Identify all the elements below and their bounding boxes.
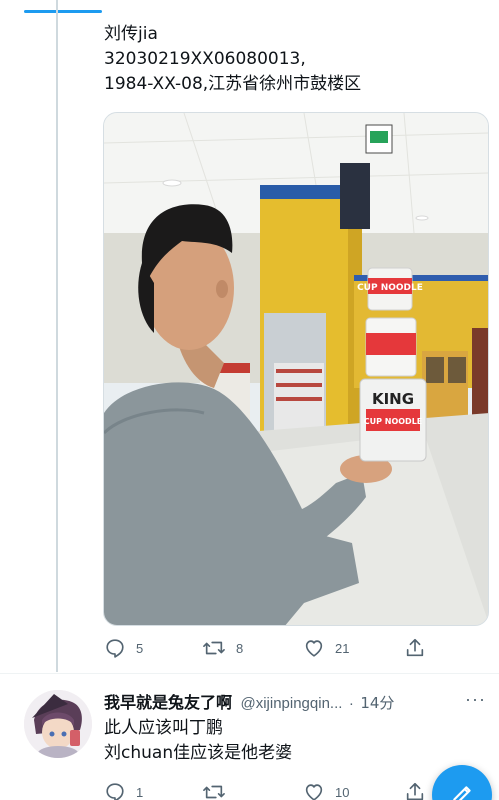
thread-connector-line — [56, 0, 58, 672]
like-count: 21 — [335, 640, 350, 656]
cup-bottom-label: CUP NOODLE — [364, 417, 423, 426]
avatar[interactable] — [24, 690, 92, 758]
separator-dot: · — [348, 695, 354, 712]
photo-illustration: CUP NOODLE KING CUP NOODLE — [104, 113, 488, 625]
reply-like-count: 10 — [335, 784, 350, 800]
tweet-divider — [0, 673, 499, 674]
reply-text-line: 刘chuan佳应该是他老婆 — [104, 743, 293, 763]
reply-count: 5 — [136, 640, 144, 656]
reply-share-button[interactable] — [404, 780, 426, 800]
reply-icon — [104, 781, 126, 800]
reply-text-line: 此人应该叫丁鹏 — [104, 718, 223, 738]
tweet-text: 刘传jia 32030219XX06080013, 1984-XX-08,江苏省… — [104, 22, 484, 97]
reply-text: 此人应该叫丁鹏 刘chuan佳应该是他老婆 — [104, 716, 484, 766]
share-icon — [404, 781, 426, 800]
retweet-icon — [202, 637, 226, 659]
reply-header: 我早就是兔友了啊 @xijinpingqin... · 14分 ··· — [104, 689, 494, 712]
retweet-button[interactable]: 8 — [202, 636, 243, 660]
reply-like-button[interactable]: 10 — [303, 780, 349, 800]
compose-icon — [449, 782, 475, 800]
reply-author-handle[interactable]: @xijinpingqin... — [240, 695, 342, 712]
reply-author-name[interactable]: 我早就是兔友了啊 — [104, 693, 232, 712]
reply-timestamp[interactable]: 14分 — [360, 694, 394, 712]
tweet-text-line: 32030219XX06080013, — [104, 49, 306, 69]
reply-reply-count: 1 — [136, 784, 144, 800]
retweet-count: 8 — [236, 640, 244, 656]
share-icon — [404, 637, 426, 659]
reply-icon — [104, 637, 126, 659]
cup-bottom-brand: KING — [372, 390, 414, 408]
like-button[interactable]: 21 — [303, 636, 349, 660]
retweet-icon — [202, 781, 226, 800]
tweet-text-line: 刘传jia — [104, 24, 158, 44]
reply-reply-button[interactable]: 1 — [104, 780, 143, 800]
more-icon[interactable]: ··· — [465, 689, 486, 710]
compose-button[interactable] — [432, 765, 492, 800]
reply-button[interactable]: 5 — [104, 636, 143, 660]
tab-indicator — [24, 10, 102, 13]
tweet-photo[interactable]: CUP NOODLE KING CUP NOODLE — [103, 112, 489, 626]
reply-retweet-button[interactable] — [202, 780, 226, 800]
like-icon — [303, 637, 325, 659]
cup-top-label: CUP NOODLE — [357, 283, 423, 293]
share-button[interactable] — [404, 636, 426, 660]
like-icon — [303, 781, 325, 800]
tweet-text-line: 1984-XX-08,江苏省徐州市鼓楼区 — [104, 74, 362, 94]
